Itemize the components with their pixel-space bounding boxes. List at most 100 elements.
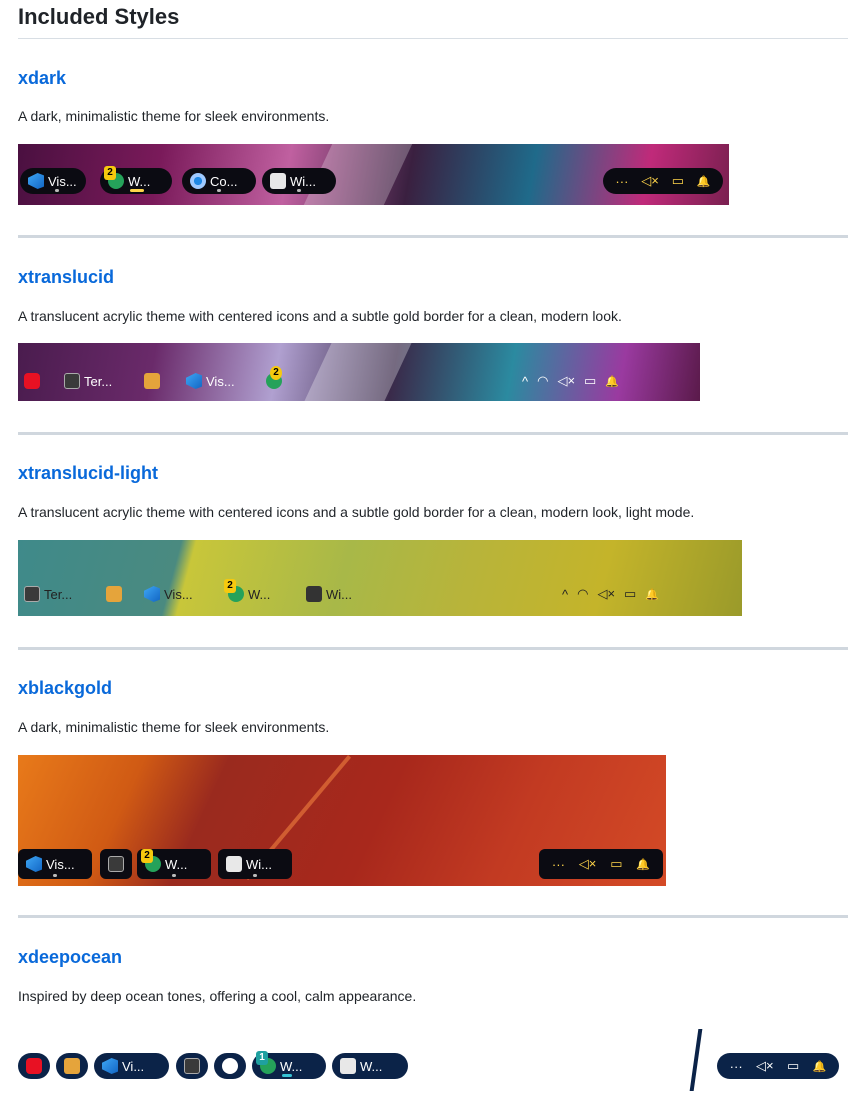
wifi-icon[interactable]: ◠ bbox=[537, 373, 548, 389]
section-xdeepocean: xdeepocean Inspired by deep ocean tones,… bbox=[18, 947, 848, 1095]
style-name-xblackgold[interactable]: xblackgold bbox=[18, 678, 848, 699]
mute-icon[interactable]: ◁× bbox=[597, 586, 615, 602]
mute-icon[interactable]: ◁× bbox=[641, 173, 659, 189]
chevron-up-icon[interactable]: ^ bbox=[562, 587, 568, 602]
terminal-icon bbox=[64, 373, 80, 389]
taskbar-app-terminal[interactable]: Ter... bbox=[24, 586, 72, 602]
system-tray[interactable]: ^ ◠ ◁× ▭ 🔔 bbox=[562, 586, 659, 602]
system-tray[interactable]: ··· ◁× ▭ 🔔 bbox=[539, 849, 663, 879]
section-xtranslucid-light: xtranslucid-light A translucent acrylic … bbox=[18, 463, 848, 616]
visual-studio-icon[interactable] bbox=[106, 586, 122, 602]
chevron-up-icon[interactable]: ^ bbox=[522, 374, 528, 389]
system-tray[interactable]: ··· ◁× ▭ 🔔 bbox=[717, 1053, 839, 1079]
app-red-icon[interactable] bbox=[24, 373, 40, 389]
taskbar-app-terminal[interactable] bbox=[176, 1053, 208, 1079]
taskbar-app-vscode[interactable]: Vis... bbox=[20, 168, 86, 194]
battery-icon[interactable]: ▭ bbox=[584, 373, 596, 389]
taskbar-app-github[interactable] bbox=[214, 1053, 246, 1079]
battery-icon[interactable]: ▭ bbox=[787, 1058, 799, 1074]
github-icon bbox=[222, 1058, 238, 1074]
terminal-icon bbox=[24, 586, 40, 602]
style-name-xtranslucid[interactable]: xtranslucid bbox=[18, 267, 848, 288]
wifi-icon[interactable]: ◠ bbox=[577, 586, 588, 602]
taskbar-app-vscode[interactable]: Vi... bbox=[94, 1053, 169, 1079]
preview-xdark: Vis... 2 W... Co... Wi... ··· ◁× ▭ 🔔 bbox=[18, 144, 729, 205]
style-name-xdeepocean[interactable]: xdeepocean bbox=[18, 947, 848, 968]
overflow-icon[interactable]: ··· bbox=[730, 1059, 743, 1074]
app-red-icon bbox=[26, 1058, 42, 1074]
taskbar-app-settings[interactable]: Co... bbox=[182, 168, 256, 194]
mute-icon[interactable]: ◁× bbox=[756, 1058, 774, 1074]
taskbar-app-whatsapp[interactable]: 2 W... bbox=[137, 849, 211, 879]
style-name-xtranslucid-light[interactable]: xtranslucid-light bbox=[18, 463, 848, 484]
notification-icon[interactable]: 🔔 bbox=[697, 175, 711, 188]
game-icon bbox=[270, 173, 286, 189]
page-title: Included Styles bbox=[18, 4, 180, 29]
style-desc-xtranslucid: A translucent acrylic theme with centere… bbox=[18, 308, 622, 324]
preview-xblackgold: Vis... 2 W... Wi... ··· ◁× ▭ 🔔 bbox=[18, 755, 666, 886]
battery-icon[interactable]: ▭ bbox=[624, 586, 636, 602]
whatsapp-icon: 1 bbox=[256, 1051, 276, 1074]
mute-icon[interactable]: ◁× bbox=[579, 856, 597, 872]
notification-icon[interactable]: 🔔 bbox=[605, 375, 619, 388]
taskbar-app-whatsapp[interactable]: 2 bbox=[266, 366, 282, 389]
section-xblackgold: xblackgold A dark, minimalistic theme fo… bbox=[18, 678, 848, 886]
section-divider bbox=[18, 432, 848, 435]
taskbar-app-game[interactable]: W... bbox=[332, 1053, 408, 1079]
whatsapp-icon: 2 bbox=[104, 166, 124, 189]
system-tray[interactable]: ^ ◠ ◁× ▭ 🔔 bbox=[522, 373, 619, 389]
style-desc-xdark: A dark, minimalistic theme for sleek env… bbox=[18, 108, 330, 124]
taskbar-app-game[interactable]: Wi... bbox=[306, 586, 352, 602]
system-tray[interactable]: ··· ◁× ▭ 🔔 bbox=[603, 168, 723, 194]
gear-icon bbox=[190, 173, 206, 189]
overflow-icon[interactable]: ··· bbox=[552, 857, 565, 872]
vscode-icon bbox=[144, 586, 160, 602]
taskbar-app-terminal[interactable] bbox=[100, 849, 132, 879]
game-icon bbox=[340, 1058, 356, 1074]
style-desc-xdeepocean: Inspired by deep ocean tones, offering a… bbox=[18, 988, 417, 1004]
taskbar-app-vscode[interactable]: Vis... bbox=[144, 586, 193, 602]
preview-xtranslucid: Ter... Vis... 2 ^ ◠ ◁× ▭ 🔔 bbox=[18, 343, 700, 401]
title-divider bbox=[18, 38, 848, 39]
style-desc-xblackgold: A dark, minimalistic theme for sleek env… bbox=[18, 719, 330, 735]
section-xtranslucid: xtranslucid A translucent acrylic theme … bbox=[18, 267, 848, 401]
notification-icon[interactable]: 🔔 bbox=[645, 588, 659, 601]
style-name-xdark[interactable]: xdark bbox=[18, 68, 848, 89]
taskbar-app-terminal[interactable]: Ter... bbox=[64, 373, 112, 389]
overflow-icon[interactable]: ··· bbox=[615, 174, 628, 189]
section-divider bbox=[18, 915, 848, 918]
notification-icon[interactable]: 🔔 bbox=[813, 1060, 827, 1073]
taskbar-app-vscode[interactable]: Vis... bbox=[186, 373, 235, 389]
vscode-icon bbox=[28, 173, 44, 189]
terminal-icon bbox=[108, 856, 124, 872]
taskbar-app-game[interactable]: Wi... bbox=[218, 849, 292, 879]
taskbar-app-whatsapp[interactable]: 2 W... bbox=[100, 166, 172, 194]
visual-studio-icon[interactable] bbox=[144, 373, 160, 389]
taskbar-app-whatsapp[interactable]: 1 W... bbox=[252, 1051, 326, 1079]
notification-icon[interactable]: 🔔 bbox=[636, 858, 650, 871]
game-icon bbox=[226, 856, 242, 872]
whatsapp-icon: 2 bbox=[266, 366, 282, 389]
vscode-icon bbox=[26, 856, 42, 872]
preview-xdeepocean: Vi... 1 W... W... ··· ◁× ▭ 🔔 bbox=[18, 1021, 848, 1095]
taskbar-app-game[interactable]: Wi... bbox=[262, 168, 336, 194]
section-divider bbox=[18, 647, 848, 650]
mute-icon[interactable]: ◁× bbox=[557, 373, 575, 389]
taskbar-app-red[interactable] bbox=[18, 1053, 50, 1079]
game-icon bbox=[306, 586, 322, 602]
vscode-icon bbox=[102, 1058, 118, 1074]
divider-stroke bbox=[689, 1029, 703, 1091]
whatsapp-icon: 2 bbox=[224, 579, 244, 602]
terminal-icon bbox=[184, 1058, 200, 1074]
battery-icon[interactable]: ▭ bbox=[610, 856, 622, 872]
section-divider bbox=[18, 235, 848, 238]
preview-xtranslucid-light: Ter... Vis... 2 W... Wi... ^ ◠ ◁× ▭ 🔔 bbox=[18, 540, 742, 616]
vscode-icon bbox=[186, 373, 202, 389]
taskbar-app-vscode[interactable]: Vis... bbox=[18, 849, 92, 879]
whatsapp-icon: 2 bbox=[141, 849, 161, 872]
taskbar-app-visual-studio[interactable] bbox=[56, 1053, 88, 1079]
style-desc-xtranslucid-light: A translucent acrylic theme with centere… bbox=[18, 504, 695, 520]
taskbar-app-whatsapp[interactable]: 2 W... bbox=[224, 579, 270, 602]
battery-icon[interactable]: ▭ bbox=[672, 173, 684, 189]
section-xdark: xdark A dark, minimalistic theme for sle… bbox=[18, 68, 848, 205]
